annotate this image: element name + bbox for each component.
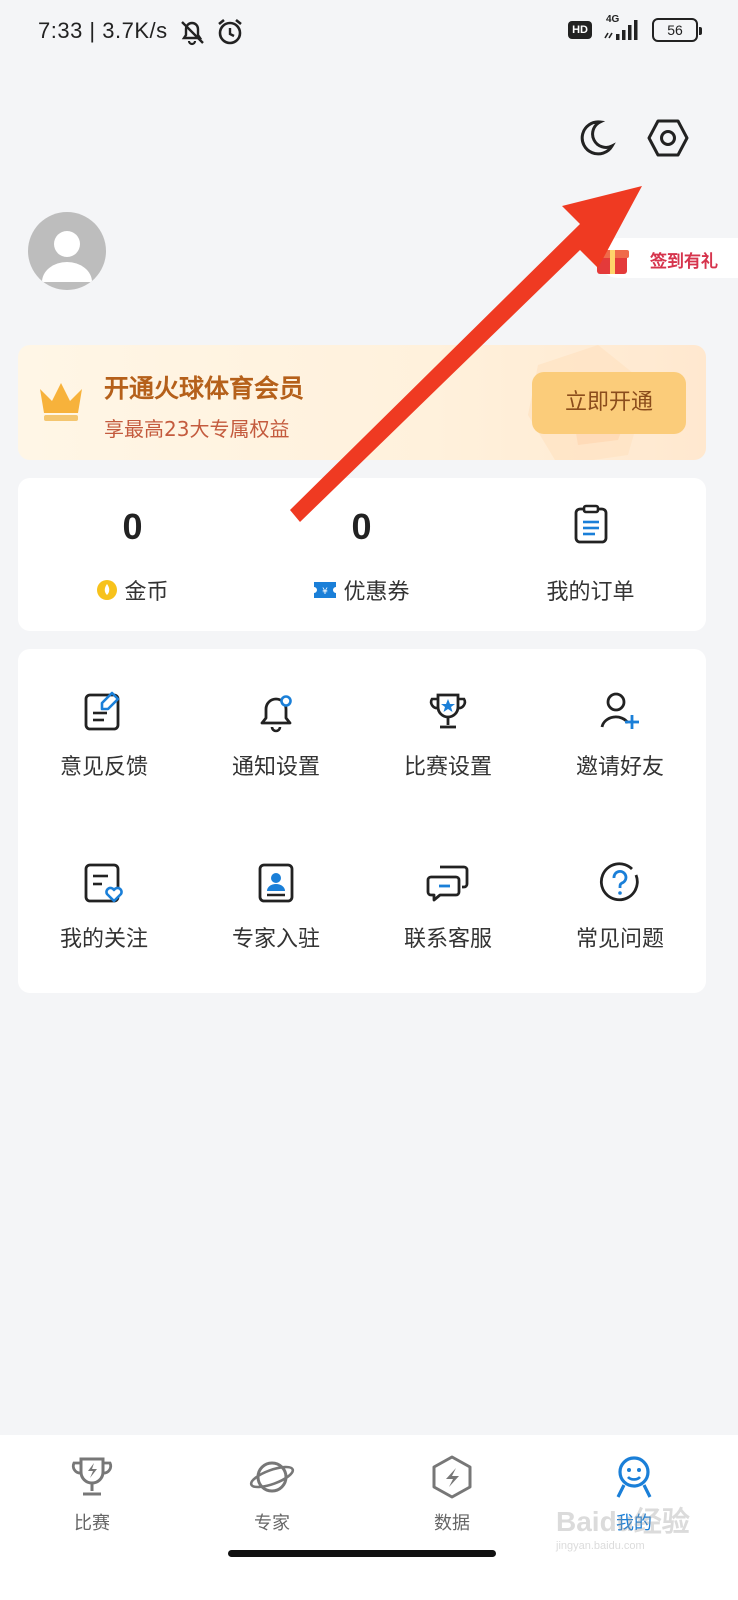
feedback-icon bbox=[84, 691, 120, 731]
vip-subtitle: 享最高23大专属权益 bbox=[104, 417, 290, 441]
gift-icon bbox=[595, 250, 629, 274]
orders-label: 我的订单 bbox=[546, 580, 635, 605]
watermark-brand: Baidu经验 bbox=[556, 1506, 690, 1537]
feedback-item[interactable]: 意见反馈 bbox=[18, 649, 190, 821]
notification-settings-item[interactable]: 通知设置 bbox=[190, 649, 362, 821]
expert-badge-icon bbox=[258, 863, 294, 903]
favorite-list-icon bbox=[84, 863, 123, 903]
contact-support-label: 联系客服 bbox=[403, 927, 492, 952]
orders-stat[interactable]: 我的订单 bbox=[476, 478, 705, 631]
data-tab-icon bbox=[432, 1455, 472, 1499]
tab-experts-label: 专家 bbox=[254, 1513, 290, 1534]
tab-data-label: 数据 bbox=[434, 1513, 470, 1534]
order-icon bbox=[574, 504, 607, 544]
match-settings-item[interactable]: 比赛设置 bbox=[362, 649, 534, 821]
invite-friends-label: 邀请好友 bbox=[575, 755, 664, 780]
crown-icon bbox=[40, 383, 82, 421]
tab-matches[interactable]: 比赛 bbox=[0, 1449, 184, 1539]
avatar[interactable] bbox=[28, 212, 106, 290]
alarm-icon bbox=[218, 18, 242, 45]
tab-matches-label: 比赛 bbox=[74, 1513, 110, 1534]
network-type: 4G bbox=[606, 14, 620, 25]
coupons-value: 0 bbox=[351, 506, 372, 547]
settings-icon[interactable] bbox=[646, 116, 690, 160]
signal-icon: 4G bbox=[602, 14, 642, 42]
coupons-stat[interactable]: 0 ¥ 优惠券 bbox=[247, 478, 476, 631]
trophy-tab-icon bbox=[71, 1457, 113, 1496]
vip-open-button[interactable]: 立即开通 bbox=[532, 372, 686, 434]
dark-mode-icon[interactable] bbox=[572, 116, 616, 160]
coins-value: 0 bbox=[122, 506, 143, 547]
checkin-label: 签到有礼 bbox=[650, 252, 718, 272]
my-follows-item[interactable]: 我的关注 bbox=[18, 821, 190, 993]
faq-label: 常见问题 bbox=[575, 927, 664, 952]
coins-label: 金币 bbox=[124, 580, 169, 605]
my-follows-label: 我的关注 bbox=[59, 927, 148, 952]
profile-tab-icon bbox=[616, 1456, 652, 1498]
mute-icon bbox=[181, 21, 204, 46]
default-user-icon bbox=[42, 231, 92, 282]
expert-join-label: 专家入驻 bbox=[231, 927, 320, 952]
invite-friends-item[interactable]: 邀请好友 bbox=[534, 649, 706, 821]
contact-support-item[interactable]: 联系客服 bbox=[362, 821, 534, 993]
bell-icon bbox=[260, 695, 292, 733]
expert-join-item[interactable]: 专家入驻 bbox=[190, 821, 362, 993]
vip-promo-card[interactable]: 开通火球体育会员 享最高23大专属权益 立即开通 bbox=[18, 345, 706, 460]
match-settings-label: 比赛设置 bbox=[403, 755, 492, 780]
help-icon bbox=[599, 862, 639, 902]
home-indicator[interactable] bbox=[228, 1550, 496, 1557]
svg-text:¥: ¥ bbox=[323, 587, 329, 597]
notification-settings-label: 通知设置 bbox=[231, 755, 320, 780]
feedback-label: 意见反馈 bbox=[59, 755, 148, 780]
coins-stat[interactable]: 0 金币 bbox=[18, 478, 247, 631]
coin-icon bbox=[97, 580, 118, 600]
watermark-url: jingyan.baidu.com bbox=[556, 1540, 645, 1552]
tab-data[interactable]: 数据 bbox=[360, 1449, 544, 1539]
wallet-stats-card: 0 金币 0 ¥ 优惠券 我的订单 bbox=[18, 478, 706, 631]
feature-grid: 意见反馈 通知设置 比赛设置 邀请好友 我的关注 专家入驻 联系客服 常见问题 bbox=[18, 649, 706, 993]
faq-item[interactable]: 常见问题 bbox=[534, 821, 706, 993]
add-user-icon bbox=[600, 692, 639, 729]
battery-level: 56 bbox=[667, 22, 683, 38]
status-time-speed: 7:33 | 3.7K/s bbox=[38, 18, 168, 43]
planet-tab-icon bbox=[249, 1461, 295, 1493]
coupons-label: 优惠券 bbox=[343, 580, 410, 605]
trophy-icon bbox=[429, 693, 467, 729]
hd-badge: HD bbox=[568, 21, 592, 39]
battery-icon: 56 bbox=[652, 18, 702, 42]
tab-experts[interactable]: 专家 bbox=[180, 1449, 364, 1539]
chat-icon bbox=[426, 865, 469, 902]
checkin-button[interactable]: 签到有礼 bbox=[595, 238, 738, 278]
status-bar: 7:33 | 3.7K/s HD 4G 56 bbox=[0, 0, 738, 64]
coupon-icon: ¥ bbox=[314, 582, 337, 598]
vip-title: 开通火球体育会员 bbox=[104, 374, 305, 403]
baidu-watermark: Baidu经验 jingyan.baidu.com bbox=[556, 1500, 696, 1560]
